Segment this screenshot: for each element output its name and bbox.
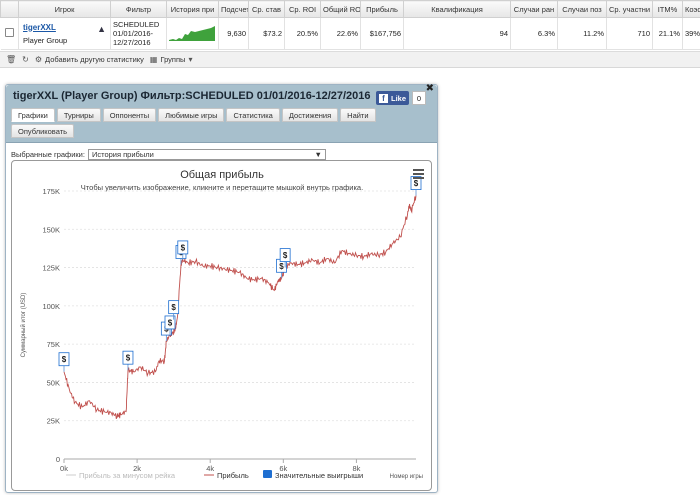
tab-statistics[interactable]: Статистика: [226, 108, 280, 122]
cell-coef: 39%: [682, 17, 700, 50]
header-player[interactable]: Игрок: [18, 0, 111, 18]
y-tick-label: 150K: [42, 225, 60, 234]
x-tick-label: 4k: [206, 464, 214, 473]
header-early[interactable]: Случаи ран: [510, 0, 558, 18]
history-sparkline[interactable]: [169, 25, 215, 41]
cell-qualification: 94: [403, 17, 511, 50]
big-win-label: $: [171, 303, 176, 312]
player-name-link[interactable]: tigerXXL: [23, 23, 108, 32]
legend-rake-label: Прибыль за минусом рейка: [79, 471, 176, 480]
chevron-down-icon: ▼: [314, 150, 322, 159]
legend-profit-label: Прибыль: [217, 471, 249, 480]
y-tick-label: 50K: [47, 378, 60, 387]
legend-wins-label: Значительные выигрыши: [275, 471, 363, 480]
trash-icon[interactable]: 🗑: [6, 55, 16, 64]
y-tick-label: 25K: [47, 417, 60, 426]
graph-select-row: Выбранные графики: История прибыли ▼: [11, 149, 326, 160]
big-win-label: $: [168, 318, 173, 327]
tab-find[interactable]: Найти: [340, 108, 376, 122]
tab-graphs[interactable]: Графики: [11, 108, 55, 122]
graph-select[interactable]: История прибыли ▼: [87, 149, 326, 160]
big-win-label: $: [181, 243, 186, 252]
filter-line-1: SCHEDULED: [113, 20, 160, 29]
tab-opponents[interactable]: Оппоненты: [102, 108, 157, 122]
y-tick-label: 100K: [42, 302, 60, 311]
y-tick-label: 0: [56, 455, 60, 464]
graph-select-label: Выбранные графики:: [11, 150, 85, 159]
header-itm[interactable]: ITM%: [652, 0, 683, 18]
profit-chart-svg[interactable]: Общая прибыльЧтобы увеличить изображение…: [12, 161, 432, 491]
y-axis-label: Суммарный итог (USD): [20, 293, 27, 358]
tab-achievements[interactable]: Достижения: [281, 108, 339, 122]
gear-icon: ⚙: [34, 55, 43, 64]
header-avg-roi[interactable]: Ср. ROI: [284, 0, 321, 18]
cell-profit: $167,756: [360, 17, 404, 50]
header-total-roi[interactable]: Общий ROI: [320, 0, 361, 18]
facebook-like[interactable]: f Like 0: [376, 91, 427, 105]
row-checkbox[interactable]: [4, 28, 14, 37]
close-icon[interactable]: ✖: [426, 83, 434, 94]
cell-avg-entrants: 710: [606, 17, 653, 50]
header-count[interactable]: Подсчет: [218, 0, 249, 18]
cell-avg-roi: 20.5%: [284, 17, 321, 50]
cell-early: 6.3%: [510, 17, 558, 50]
chevron-down-icon: ▾: [188, 55, 193, 64]
filter-line-3: 12/27/2016: [113, 38, 151, 47]
dialog-header: tigerXXL (Player Group) Фильтр:SCHEDULED…: [6, 83, 437, 143]
header-filter[interactable]: Фильтр: [110, 0, 167, 18]
cell-avg-stake: $73.2: [248, 17, 285, 50]
groups-label: Группы: [160, 55, 186, 64]
cell-total-roi: 22.6%: [320, 17, 361, 50]
refresh-icon[interactable]: ↻: [22, 55, 29, 64]
dialog-tabs: Графики Турниры Оппоненты Любимые игры С…: [11, 108, 431, 140]
dialog-title: tigerXXL (Player Group) Фильтр:SCHEDULED…: [13, 90, 371, 102]
add-stat-button[interactable]: ⚙ Добавить другую статистику: [35, 55, 144, 64]
facebook-like-count: 0: [412, 91, 427, 105]
group-flag-icon: ▲: [97, 24, 106, 34]
y-tick-label: 75K: [47, 340, 60, 349]
big-win-label: $: [283, 251, 288, 260]
groups-button[interactable]: ▦ Группы ▾: [150, 55, 193, 64]
chart-menu-icon[interactable]: [413, 169, 424, 181]
profit-chart[interactable]: Общая прибыль Чтобы увеличить изображение…: [11, 160, 432, 491]
y-tick-label: 175K: [42, 187, 60, 196]
table-toolbar: 🗑 ↻ ⚙ Добавить другую статистику ▦ Групп…: [0, 51, 700, 67]
x-tick-label: 0k: [60, 464, 68, 473]
cell-count: 9,630: [218, 17, 249, 50]
tab-favorite-games[interactable]: Любимые игры: [158, 108, 225, 122]
cell-itm: 21.1%: [652, 17, 683, 50]
y-tick-label: 125K: [42, 264, 60, 273]
header-late[interactable]: Случаи поз: [557, 0, 607, 18]
folder-icon: ▦: [149, 55, 158, 64]
add-stat-label: Добавить другую статистику: [45, 55, 144, 64]
facebook-like-label: Like: [391, 93, 407, 103]
filter-line-2: 01/01/2016-: [113, 29, 154, 38]
header-coef[interactable]: Коэффиц: [682, 0, 700, 18]
facebook-like-button[interactable]: f Like: [376, 91, 410, 105]
header-avg-entrants[interactable]: Ср. участни: [606, 0, 653, 18]
legend-wins-swatch: [263, 470, 272, 478]
chart-title: Общая прибыль: [180, 169, 264, 181]
tab-publish[interactable]: Опубликовать: [11, 124, 75, 138]
header-profit[interactable]: Прибыль: [360, 0, 404, 18]
player-group-label: Player Group: [23, 35, 68, 45]
header-history[interactable]: История при: [166, 0, 219, 18]
stats-table: Игрок Фильтр История при Подсчет Ср. ста…: [0, 0, 700, 68]
header-qualification[interactable]: Квалификация: [403, 0, 511, 18]
tab-tournaments[interactable]: Турниры: [56, 108, 101, 122]
big-win-label: $: [62, 355, 67, 364]
facebook-icon: f: [379, 93, 388, 103]
header-select: [0, 0, 19, 18]
table-row[interactable]: tigerXXL Player Group ▲ SCHEDULED 01/01/…: [0, 17, 700, 50]
graph-select-value: История прибыли: [91, 150, 154, 159]
header-avg-stake[interactable]: Ср. став: [248, 0, 285, 18]
big-win-label: $: [279, 262, 284, 271]
x-axis-label: Номер игры: [390, 474, 423, 480]
player-graph-dialog: tigerXXL (Player Group) Фильтр:SCHEDULED…: [5, 83, 438, 493]
big-win-label: $: [126, 354, 131, 363]
cell-late: 11.2%: [557, 17, 607, 50]
